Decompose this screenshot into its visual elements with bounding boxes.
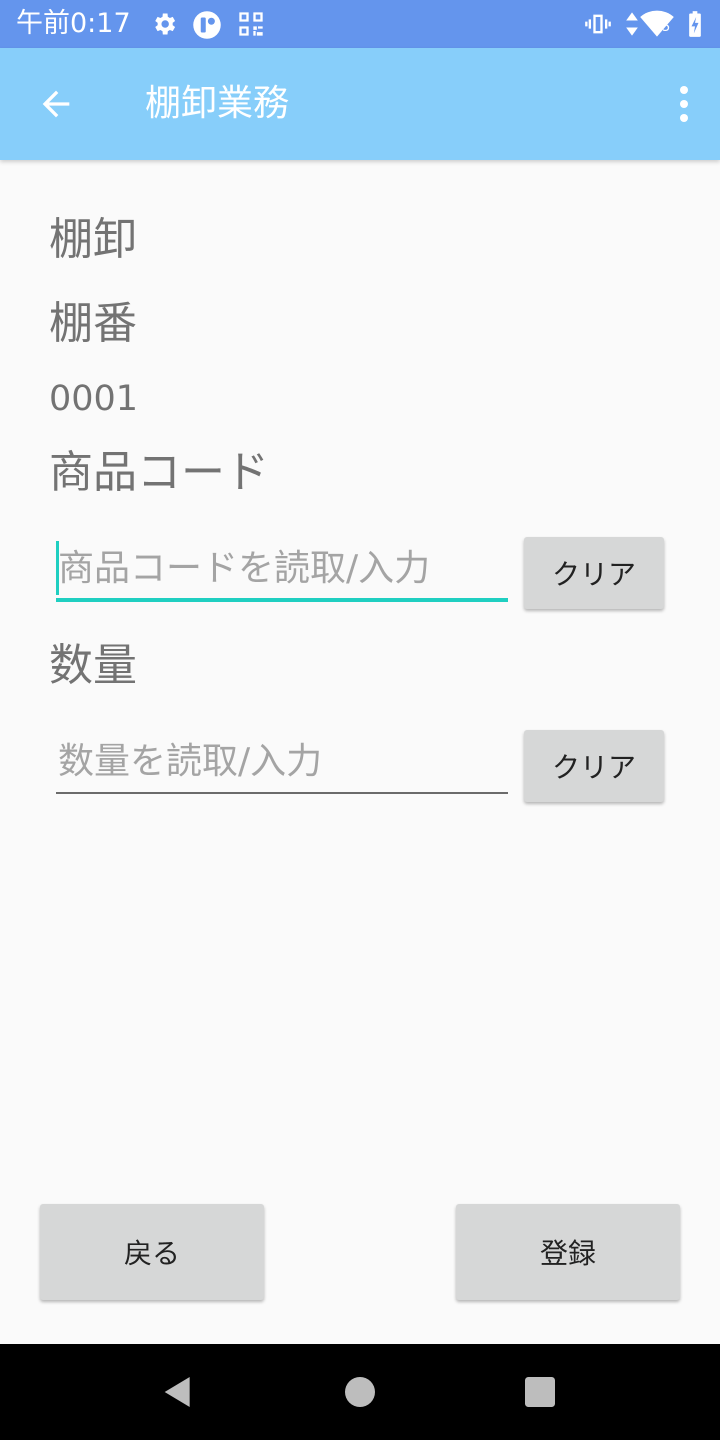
back-arrow-icon[interactable] xyxy=(36,84,76,124)
quantity-clear-button[interactable]: クリア xyxy=(524,730,664,802)
more-options-icon[interactable] xyxy=(660,80,692,128)
gear-icon xyxy=(155,13,176,35)
product-code-input[interactable] xyxy=(56,538,508,602)
back-button[interactable]: 戻る xyxy=(40,1204,264,1300)
register-button[interactable]: 登録 xyxy=(456,1204,680,1300)
battery-charging-icon xyxy=(689,11,701,37)
app-badge-icon xyxy=(193,11,221,39)
page-title: 棚卸業務 xyxy=(145,83,290,124)
nav-back-icon[interactable] xyxy=(158,1372,198,1412)
quantity-input[interactable] xyxy=(56,730,508,794)
product-code-label: 商品コード xyxy=(49,447,269,498)
data-arrows-icon xyxy=(626,12,638,36)
wifi-badge: 5 xyxy=(662,20,671,35)
status-time: 午前0:17 xyxy=(16,8,131,39)
section-title: 棚卸 xyxy=(49,214,137,265)
nav-recents-icon[interactable] xyxy=(520,1372,560,1412)
vibrate-icon xyxy=(585,14,611,34)
status-bar: 午前0:17 5 xyxy=(0,0,720,48)
shelf-value: 0001 xyxy=(49,379,139,419)
product-code-clear-button[interactable]: クリア xyxy=(524,537,664,609)
navigation-bar xyxy=(0,1344,720,1440)
quantity-label: 数量 xyxy=(49,640,137,691)
qr-code-icon xyxy=(239,12,263,36)
shelf-label: 棚番 xyxy=(49,298,137,349)
text-cursor xyxy=(56,541,59,595)
app-bar: 棚卸業務 xyxy=(0,48,720,160)
nav-home-icon[interactable] xyxy=(340,1372,380,1412)
